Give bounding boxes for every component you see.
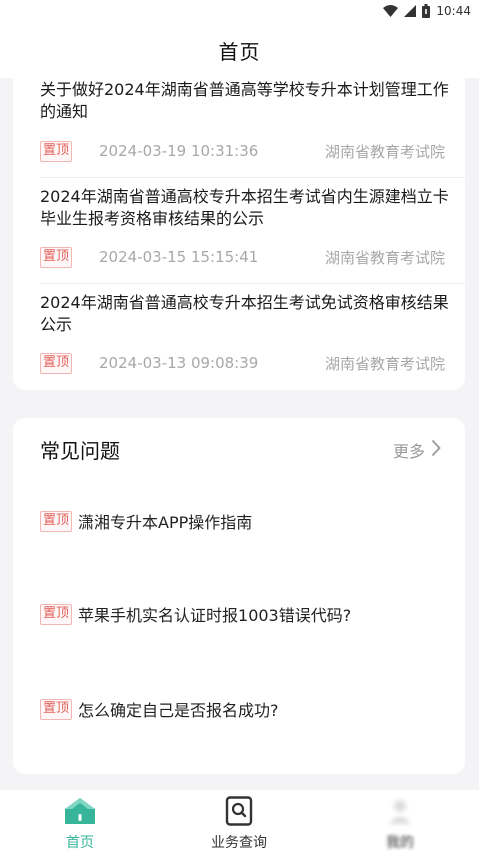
battery-icon <box>422 4 431 18</box>
tab-home[interactable]: 首页 <box>40 790 120 853</box>
faq-item[interactable]: 置顶 怎么确定自己是否报名成功? <box>40 697 449 721</box>
pinned-tag: 置顶 <box>40 352 73 374</box>
faq-title: 常见问题 <box>40 439 120 463</box>
more-label: 更多 <box>392 442 425 461</box>
page-title: 首页 <box>218 39 261 64</box>
tab-label: 业务查询 <box>211 835 267 851</box>
tab-label: 首页 <box>66 835 94 851</box>
tab-mine[interactable]: 我的 <box>360 790 440 853</box>
pinned-tag: 置顶 <box>40 698 73 720</box>
bottom-tab-bar: 首页 业务查询 我的 <box>0 790 479 853</box>
faq-item[interactable]: 置顶 苹果手机实名认证时报1003错误代码? <box>40 602 449 626</box>
pinned-tag: 置顶 <box>40 140 73 162</box>
news-meta: 置顶 2024-03-15 15:15:41 湖南省教育考试院 <box>40 246 445 268</box>
app-header: 首页 <box>0 22 479 78</box>
faq-section: 常见问题 更多 置顶 潇湘专升本APP操作指南 置顶 苹果手机实名认证时报100… <box>13 418 465 774</box>
news-meta: 置顶 2024-03-13 09:08:39 湖南省教育考试院 <box>40 352 445 374</box>
faq-item[interactable]: 置顶 潇湘专升本APP操作指南 <box>40 509 449 533</box>
news-source: 湖南省教育考试院 <box>324 142 445 161</box>
status-icons: 10:44 <box>383 3 471 19</box>
faq-text: 潇湘专升本APP操作指南 <box>78 513 253 532</box>
news-meta: 置顶 2024-03-19 10:31:36 湖南省教育考试院 <box>40 140 445 162</box>
user-icon <box>384 795 416 827</box>
news-item[interactable]: 2024年湖南省普通高校专升本招生考试省内生源建档立卡毕业生报考资格审核结果的公… <box>13 178 465 284</box>
news-source: 湖南省教育考试院 <box>324 354 445 373</box>
news-date: 2024-03-13 09:08:39 <box>99 354 259 372</box>
status-time: 10:44 <box>436 4 471 18</box>
pinned-tag: 置顶 <box>40 510 73 532</box>
news-date: 2024-03-19 10:31:36 <box>99 142 259 160</box>
news-item[interactable]: 关于做好2024年湖南省普通高等学校专升本计划管理工作的通知 置顶 2024-0… <box>13 78 465 178</box>
news-title: 2024年湖南省普通高校专升本招生考试免试资格审核结果公示 <box>40 293 449 334</box>
status-bar: 10:44 <box>0 0 479 22</box>
pinned-tag: 置顶 <box>40 603 73 625</box>
wifi-icon <box>383 5 399 17</box>
tab-business-query[interactable]: 业务查询 <box>199 790 279 853</box>
chevron-right-icon <box>431 439 441 461</box>
news-title: 2024年湖南省普通高校专升本招生考试省内生源建档立卡毕业生报考资格审核结果的公… <box>40 187 449 228</box>
news-item[interactable]: 2024年湖南省普通高校专升本招生考试免试资格审核结果公示 置顶 2024-03… <box>13 284 465 390</box>
tab-label: 我的 <box>386 835 414 851</box>
search-document-icon <box>223 795 255 827</box>
more-button[interactable]: 更多 <box>393 438 441 462</box>
news-list: 关于做好2024年湖南省普通高等学校专升本计划管理工作的通知 置顶 2024-0… <box>13 78 465 390</box>
news-date: 2024-03-15 15:15:41 <box>99 248 259 266</box>
home-icon <box>64 795 96 827</box>
faq-text: 苹果手机实名认证时报1003错误代码? <box>78 606 352 625</box>
news-source: 湖南省教育考试院 <box>324 248 445 267</box>
news-title: 关于做好2024年湖南省普通高等学校专升本计划管理工作的通知 <box>40 80 449 121</box>
pinned-tag: 置顶 <box>40 246 73 268</box>
faq-text: 怎么确定自己是否报名成功? <box>78 701 279 720</box>
signal-icon <box>404 5 417 17</box>
